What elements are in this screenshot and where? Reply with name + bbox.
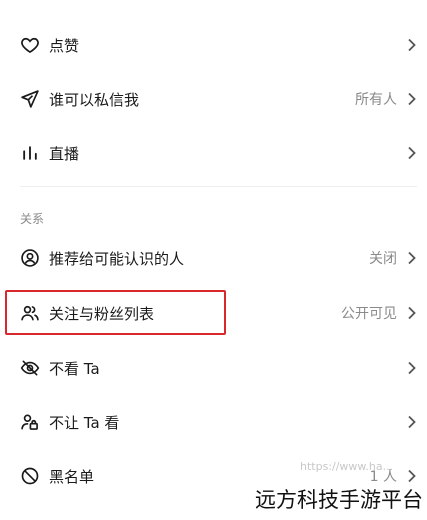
row-label-messages: 谁可以私信我 [49,90,140,109]
chevron-right-icon [407,92,417,106]
chevron-right-icon [407,361,417,375]
row-value-messages: 所有人 [355,92,397,108]
heart-icon [20,35,40,55]
send-icon [20,89,40,109]
chevron-right-icon [407,146,417,160]
watermark-url: https://www.ha... [300,460,394,473]
user-lock-icon [20,412,40,432]
row-value-follow-list: 公开可见 [341,306,397,322]
chevron-right-icon [407,469,417,483]
watermark-text: 远方科技手游平台 [255,488,423,512]
chevron-right-icon [407,306,417,320]
row-label-hide-mine: 不让 Ta 看 [49,413,120,432]
row-label-hide-their: 不看 Ta [49,359,100,378]
eye-off-icon [20,358,40,378]
settings-row-hide-their[interactable]: 不看 Ta [0,355,427,381]
row-value-recommend: 关闭 [369,251,397,267]
live-bars-icon [20,143,40,163]
row-label-live: 直播 [49,144,80,163]
section-divider [20,186,417,187]
row-label-blacklist: 黑名单 [49,467,95,486]
section-title-relations: 关系 [20,212,45,226]
chevron-right-icon [407,251,417,265]
chevron-right-icon [407,38,417,52]
settings-row-hide-mine[interactable]: 不让 Ta 看 [0,409,427,435]
chevron-right-icon [407,415,417,429]
settings-row-messages[interactable]: 谁可以私信我 所有人 [0,86,427,112]
settings-row-recommend[interactable]: 推荐给可能认识的人 关闭 [0,245,427,271]
row-label-likes: 点赞 [49,36,80,55]
settings-row-likes[interactable]: 点赞 [0,32,427,58]
row-label-recommend: 推荐给可能认识的人 [49,249,185,268]
block-icon [20,466,40,486]
settings-row-live[interactable]: 直播 [0,140,427,166]
user-circle-icon [20,248,40,268]
highlight-box [5,290,226,335]
